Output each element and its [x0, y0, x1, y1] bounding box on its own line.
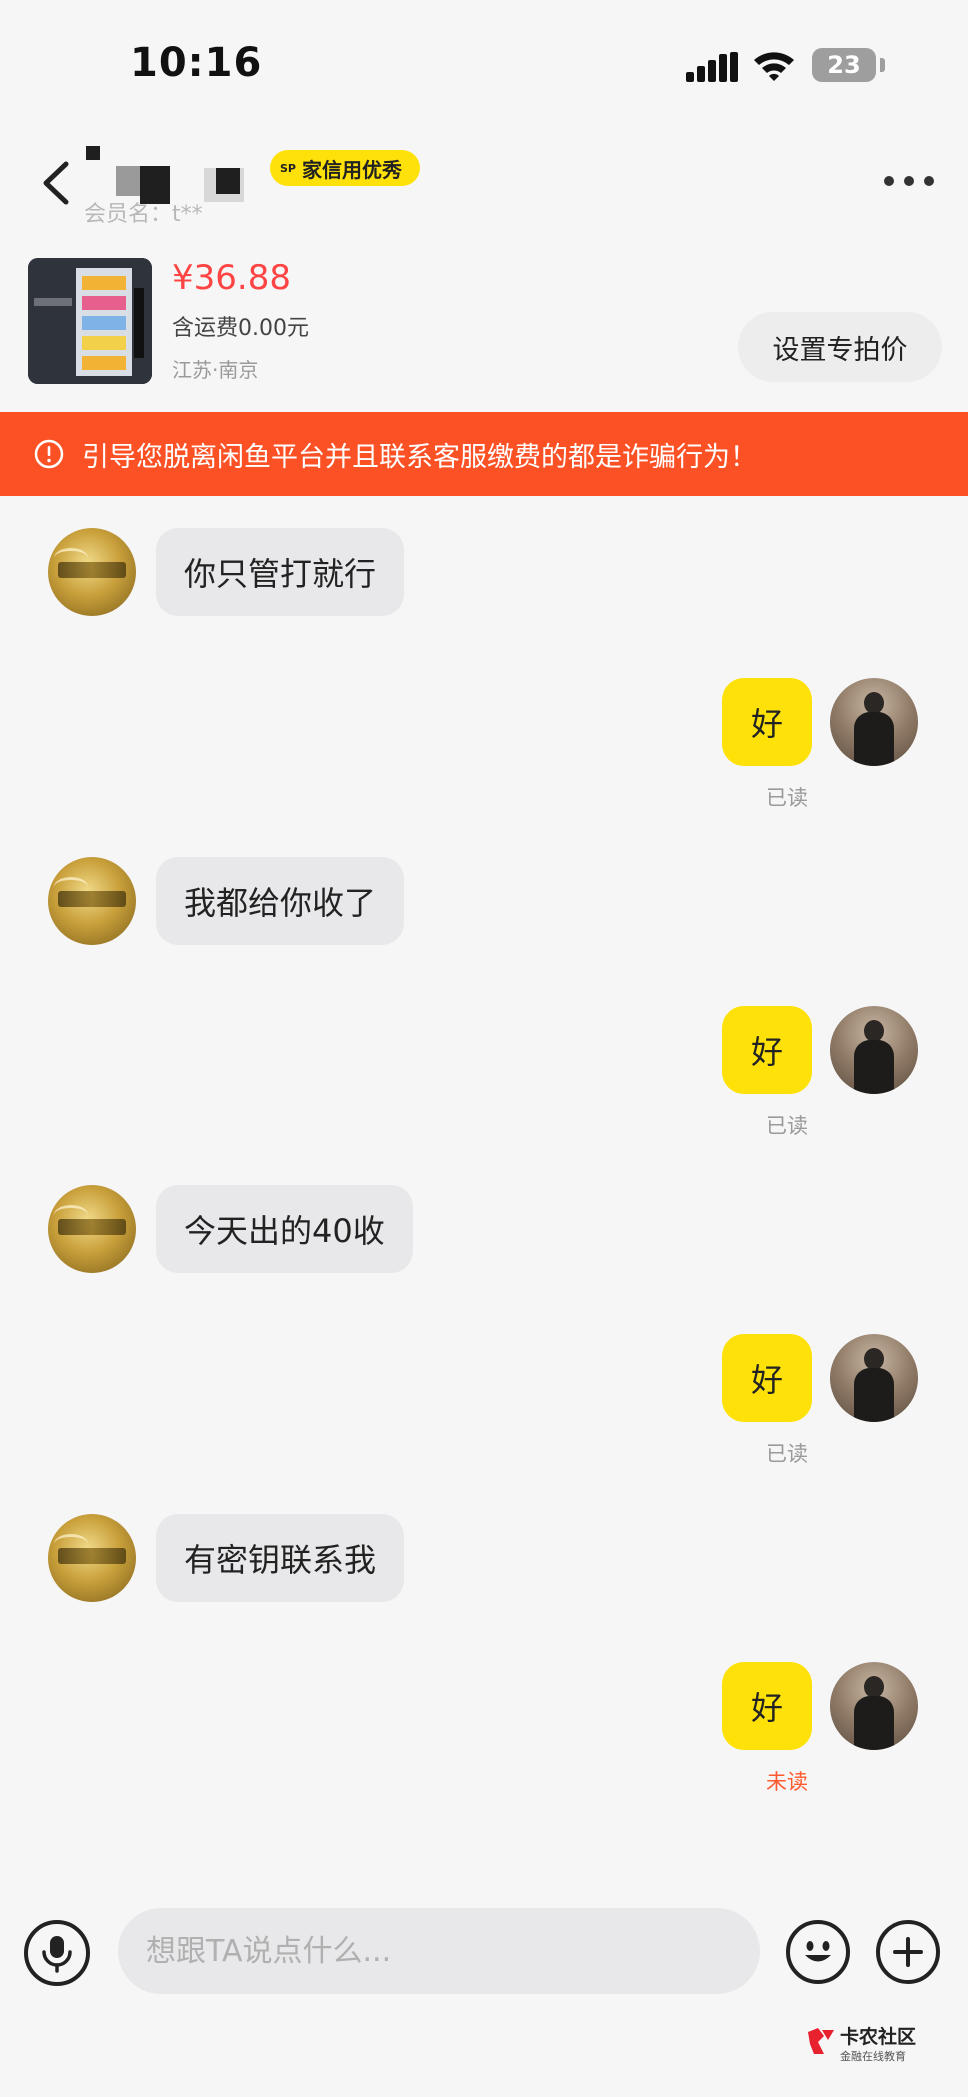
user-avatar[interactable]	[830, 678, 918, 766]
voice-input-button[interactable]	[24, 1920, 90, 1986]
fraud-warning-banner: 引导您脱离闲鱼平台并且联系客服缴费的都是诈骗行为！	[0, 412, 968, 496]
message-row-incoming: 有密钥联系我	[0, 1514, 968, 1604]
message-bubble[interactable]: 今天出的40收	[156, 1185, 413, 1273]
message-row-outgoing: 好 已读	[0, 1006, 968, 1138]
message-row-outgoing: 好 已读	[0, 678, 968, 810]
message-bubble[interactable]: 我都给你收了	[156, 857, 405, 945]
seller-avatar[interactable]	[48, 1185, 136, 1273]
more-dot-icon	[924, 176, 934, 186]
watermark-subtitle: 金融在线教育	[840, 2050, 906, 2063]
message-bubble[interactable]: 好	[722, 678, 812, 766]
credit-badge-sp: SP	[280, 161, 296, 175]
emoji-button[interactable]	[786, 1920, 850, 1984]
message-row-outgoing: 好 已读	[0, 1334, 968, 1466]
signal-icon	[686, 52, 738, 82]
seller-avatar[interactable]	[48, 528, 136, 616]
credit-badge-label: 家信用优秀	[301, 157, 402, 182]
product-location: 江苏·南京	[172, 358, 259, 382]
more-dot-icon	[884, 176, 894, 186]
product-price: ¥36.88	[172, 258, 291, 298]
message-row-incoming: 今天出的40收	[0, 1185, 968, 1275]
fraud-warning-text: 引导您脱离闲鱼平台并且联系客服缴费的都是诈骗行为！	[82, 441, 757, 473]
plus-icon	[893, 1937, 923, 1967]
message-row-incoming: 我都给你收了	[0, 857, 968, 947]
read-status: 已读	[766, 1442, 808, 1466]
status-time: 10:16	[130, 40, 263, 86]
user-avatar[interactable]	[830, 1006, 918, 1094]
microphone-icon	[42, 1936, 72, 1973]
alert-circle-icon	[34, 439, 64, 469]
product-image	[28, 258, 152, 384]
more-actions-button[interactable]	[876, 1920, 940, 1984]
wifi-icon	[754, 52, 794, 81]
message-input[interactable]	[118, 1908, 760, 1994]
read-status: 已读	[766, 1114, 808, 1138]
watermark: 卡农社区 金融在线教育	[800, 2018, 968, 2078]
back-icon[interactable]	[36, 158, 76, 208]
seller-avatar[interactable]	[48, 857, 136, 945]
message-row-incoming: 你只管打就行	[0, 528, 968, 618]
credit-badge: SP 家信用优秀	[270, 150, 420, 186]
product-shipping: 含运费0.00元	[172, 316, 309, 341]
user-avatar[interactable]	[830, 1334, 918, 1422]
status-bar: 10:16 23	[0, 0, 968, 130]
message-bubble[interactable]: 有密钥联系我	[156, 1514, 405, 1602]
message-bubble[interactable]: 好	[722, 1662, 812, 1750]
message-row-outgoing: 好 未读	[0, 1662, 968, 1794]
read-status: 已读	[766, 786, 808, 810]
battery-indicator: 23	[812, 48, 876, 82]
product-thumbnail[interactable]	[28, 258, 152, 384]
message-bubble[interactable]: 你只管打就行	[156, 528, 405, 616]
watermark-logo-icon	[808, 2028, 834, 2054]
seller-avatar[interactable]	[48, 1514, 136, 1602]
set-special-price-button[interactable]: 设置专拍价	[738, 312, 942, 382]
message-bubble[interactable]: 好	[722, 1334, 812, 1422]
more-options-button[interactable]	[884, 166, 934, 196]
message-bubble[interactable]: 好	[722, 1006, 812, 1094]
watermark-title: 卡农社区	[840, 2026, 917, 2048]
member-name: 会员名：t**	[84, 202, 203, 227]
smiley-icon	[805, 1941, 831, 1962]
battery-tip	[880, 58, 885, 72]
read-status: 未读	[766, 1770, 808, 1794]
more-dot-icon	[904, 176, 914, 186]
user-avatar[interactable]	[830, 1662, 918, 1750]
